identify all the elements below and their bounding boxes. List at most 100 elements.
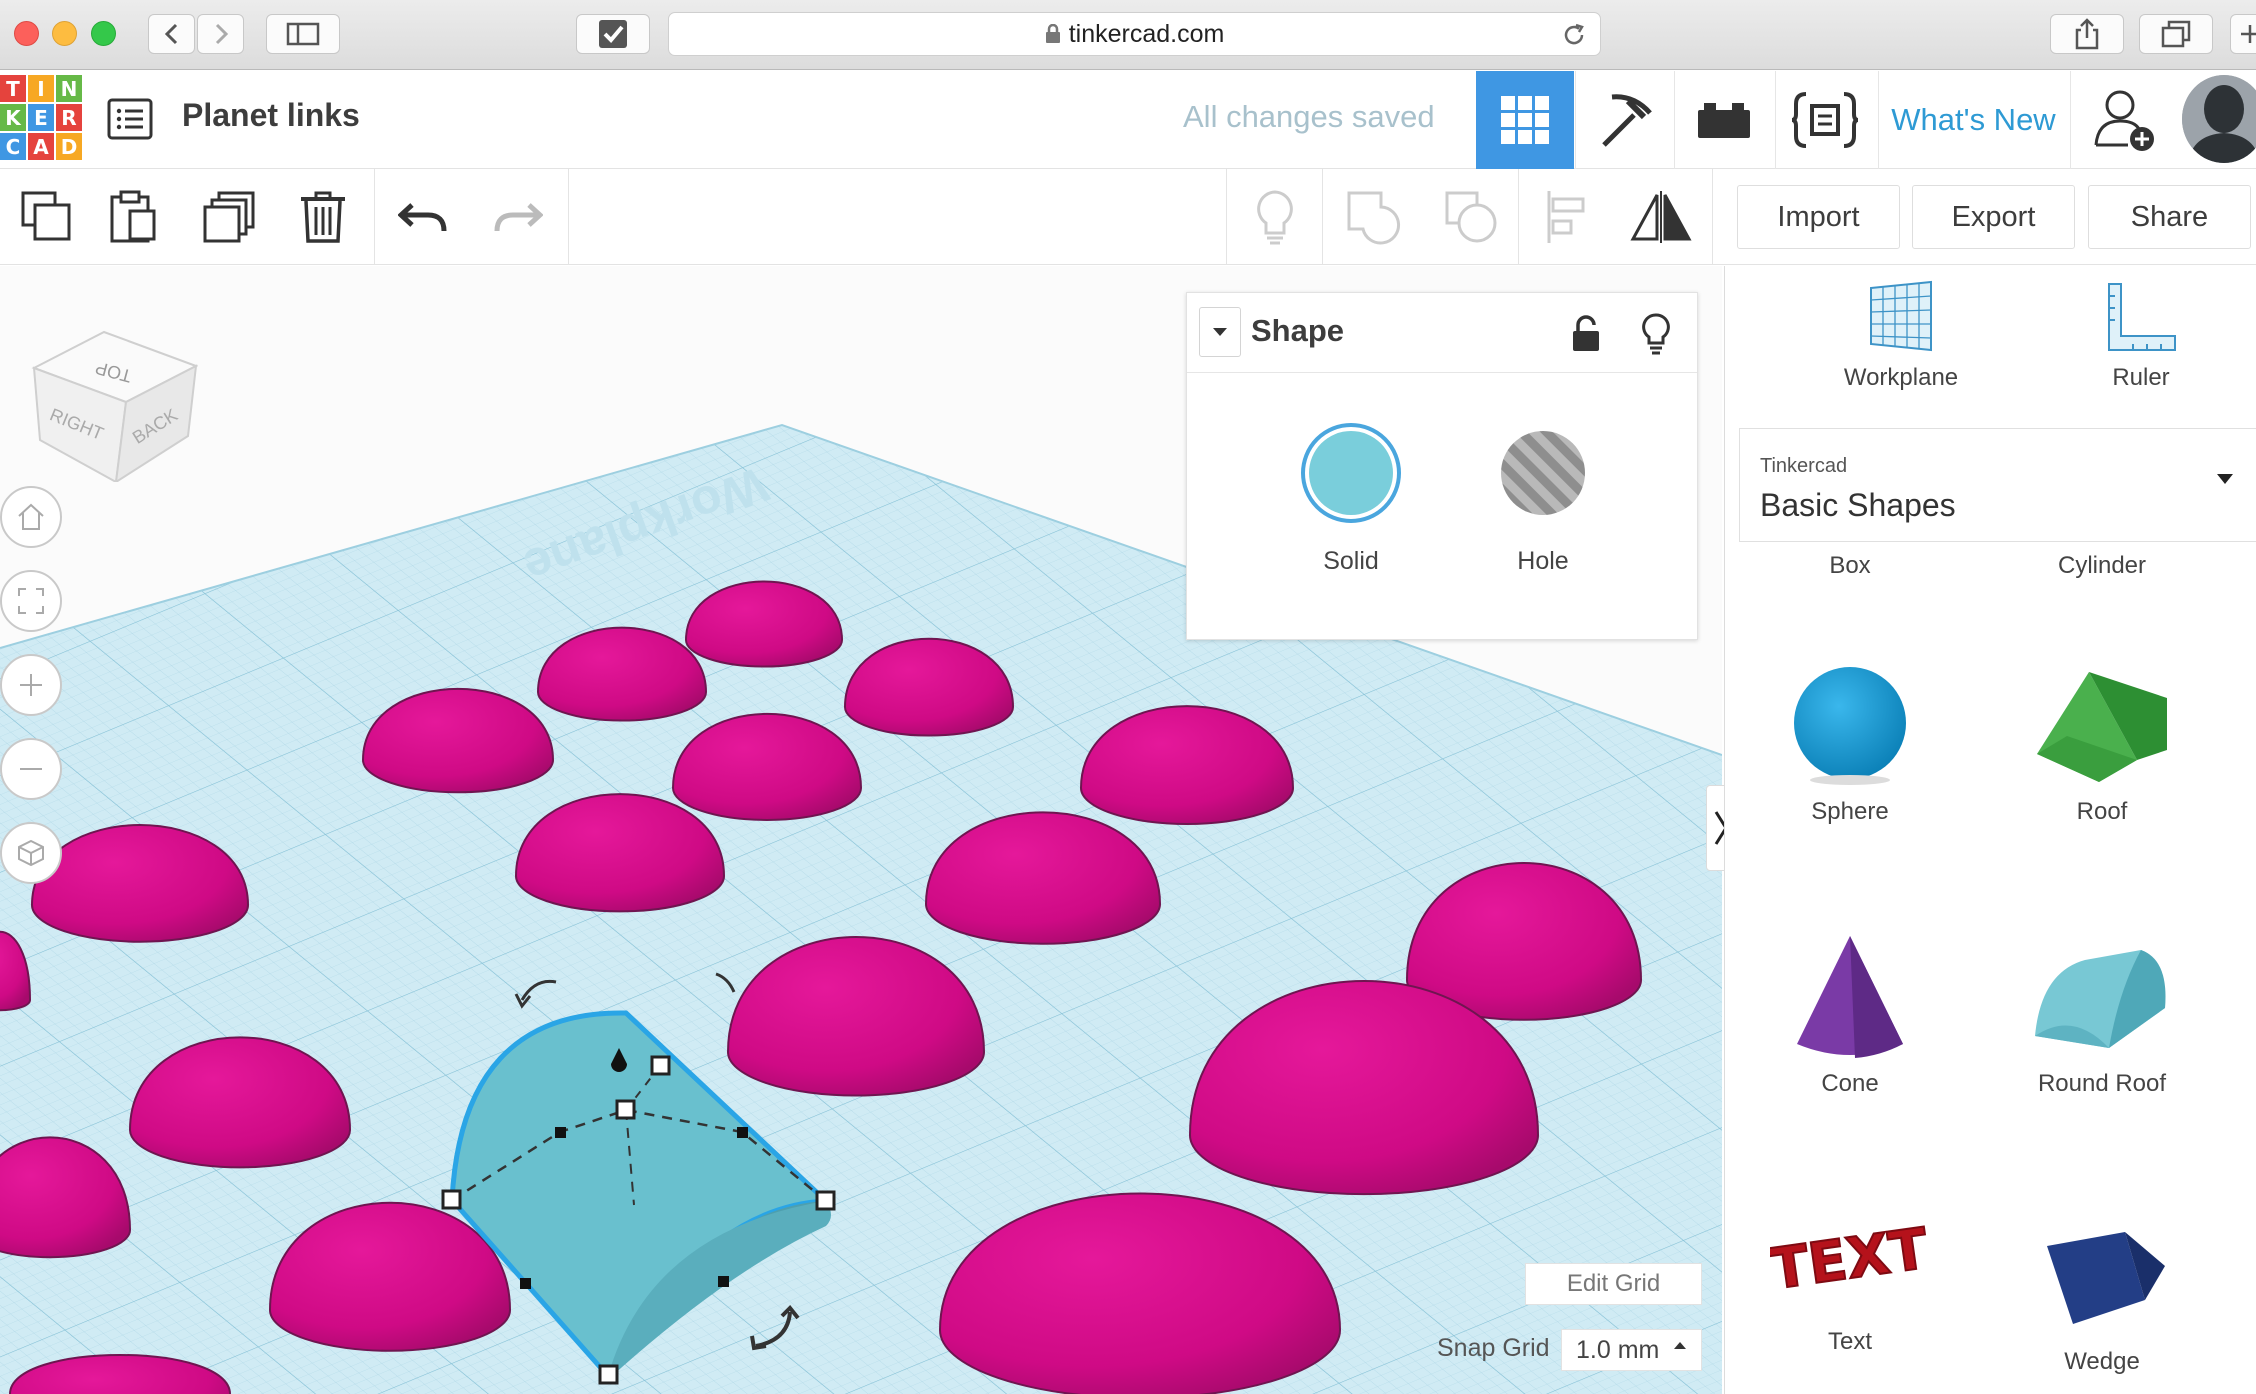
workplane-tool-icon [1870,280,1932,352]
pickaxe-icon [1601,94,1652,147]
wedge-shape-icon [2047,1232,2165,1324]
copy-icon [21,191,71,241]
home-view-button[interactable] [0,486,62,548]
hole-option[interactable]: Hole [1473,421,1613,576]
sidebar-toggle-button[interactable] [266,14,340,54]
copy-button[interactable] [0,169,94,265]
inspector-collapse-button[interactable] [1199,307,1241,357]
logo-tile: C [0,133,26,160]
library-name: Basic Shapes [1760,487,1956,523]
resize-handle[interactable] [598,1364,619,1385]
sphere-shape-icon [1794,667,1906,785]
solid-swatch[interactable] [1299,421,1403,525]
shape-sphere[interactable]: Sphere [1725,658,1975,826]
minimize-window-button[interactable] [52,21,77,46]
ruler-tool[interactable]: Ruler [2031,280,2251,392]
zoom-window-button[interactable] [91,21,116,46]
workplane-tool[interactable]: Workplane [1791,280,2011,392]
logo-tile: T [0,75,26,102]
forward-button[interactable] [197,14,244,54]
tabs-overview-button[interactable] [2139,14,2213,54]
shape-label: Text [1827,1328,1872,1355]
edit-grid-button[interactable]: Edit Grid [1525,1263,1702,1305]
tinkercad-logo[interactable]: TIN KER CAD [0,75,82,161]
close-window-button[interactable] [14,21,39,46]
solid-label: Solid [1323,547,1379,575]
logo-tile: D [56,133,82,160]
group-button[interactable] [1326,169,1420,265]
hole-swatch[interactable] [1491,421,1595,525]
shape-cone[interactable]: Cone [1725,930,1975,1098]
shape-library-select[interactable]: Tinkercad Basic Shapes [1739,428,2256,542]
url-text: tinkercad.com [1068,19,1225,48]
save-status: All changes saved [1183,99,1435,134]
address-bar[interactable]: tinkercad.com [668,12,1601,56]
home-icon [18,503,44,530]
resize-handle[interactable] [615,1099,636,1120]
clipboard-icon [110,190,156,243]
align-button[interactable] [1520,169,1614,265]
shape-label: Round Roof [2037,1070,2167,1097]
unlock-icon[interactable] [1571,315,1601,353]
mirror-button[interactable] [1614,169,1708,265]
minecraft-view-button[interactable] [1575,71,1673,169]
shape-cylinder[interactable]: Cylinder [1977,552,2227,580]
back-button[interactable] [148,14,195,54]
extension-button[interactable] [576,14,650,54]
new-tab-button[interactable] [2230,14,2256,54]
toolbar-divider [1712,169,1713,265]
chevron-right-icon [215,23,228,45]
redo-button[interactable] [470,169,564,265]
resize-handle[interactable] [441,1189,462,1210]
lightbulb-icon[interactable] [1641,313,1671,355]
midpoint-handle[interactable] [737,1127,748,1138]
duplicate-icon [203,191,255,243]
shape-label: Box [1829,552,1871,579]
shape-text[interactable]: TEXT Text [1725,1206,1975,1356]
shape-box[interactable]: Box [1725,552,1975,580]
share-button[interactable]: Share [2088,185,2251,249]
design-list-icon[interactable] [106,95,154,143]
duplicate-button[interactable] [182,169,276,265]
mirror-icon [1630,191,1692,243]
whats-new-link[interactable]: What's New [1878,71,2068,169]
midpoint-handle[interactable] [520,1278,531,1289]
share-sheet-button[interactable] [2050,14,2124,54]
grid-view-icon [1501,96,1549,144]
user-avatar[interactable] [2182,75,2256,163]
zoom-in-button[interactable] [0,654,62,716]
resize-handle[interactable] [815,1190,836,1211]
zoom-out-button[interactable] [0,738,62,800]
shape-round-roof[interactable]: Round Roof [1977,930,2227,1098]
view-cube[interactable]: TOP RIGHT BACK [28,312,198,482]
midpoint-handle[interactable] [555,1127,566,1138]
export-button[interactable]: Export [1912,185,2075,249]
resize-handle[interactable] [650,1055,671,1076]
reload-icon[interactable] [1560,21,1588,49]
app-header: TIN KER CAD Planet links All changes saved [0,71,2256,169]
shape-label: Cylinder [2057,552,2147,579]
perspective-toggle-button[interactable] [0,822,62,884]
project-title[interactable]: Planet links [182,97,360,134]
3d-design-view-button[interactable] [1476,71,1574,169]
toolbar-divider [568,169,569,265]
solid-option[interactable]: Solid [1281,421,1421,576]
shapes-panel: Workplane Ruler Tinkercad Basic Shapes B… [1724,266,2256,1394]
ungroup-button[interactable] [1424,169,1518,265]
bricks-view-button[interactable] [1674,71,1772,169]
import-button[interactable]: Import [1737,185,1900,249]
show-all-button[interactable] [1228,169,1322,265]
shape-wedge[interactable]: Wedge [1977,1206,2227,1376]
workplane-tool-label: Workplane [1843,364,1959,391]
paste-button[interactable] [86,169,180,265]
library-vendor: Tinkercad [1760,455,1848,477]
code-blocks-button[interactable] [1775,71,1873,169]
shape-roof[interactable]: Roof [1977,658,2227,826]
snap-grid-select[interactable]: 1.0 mm [1561,1329,1702,1371]
fit-view-button[interactable] [0,570,62,632]
midpoint-handle[interactable] [718,1276,729,1287]
delete-button[interactable] [276,169,370,265]
invite-user-button[interactable] [2070,71,2178,169]
undo-button[interactable] [377,169,471,265]
undo-icon [398,203,447,232]
